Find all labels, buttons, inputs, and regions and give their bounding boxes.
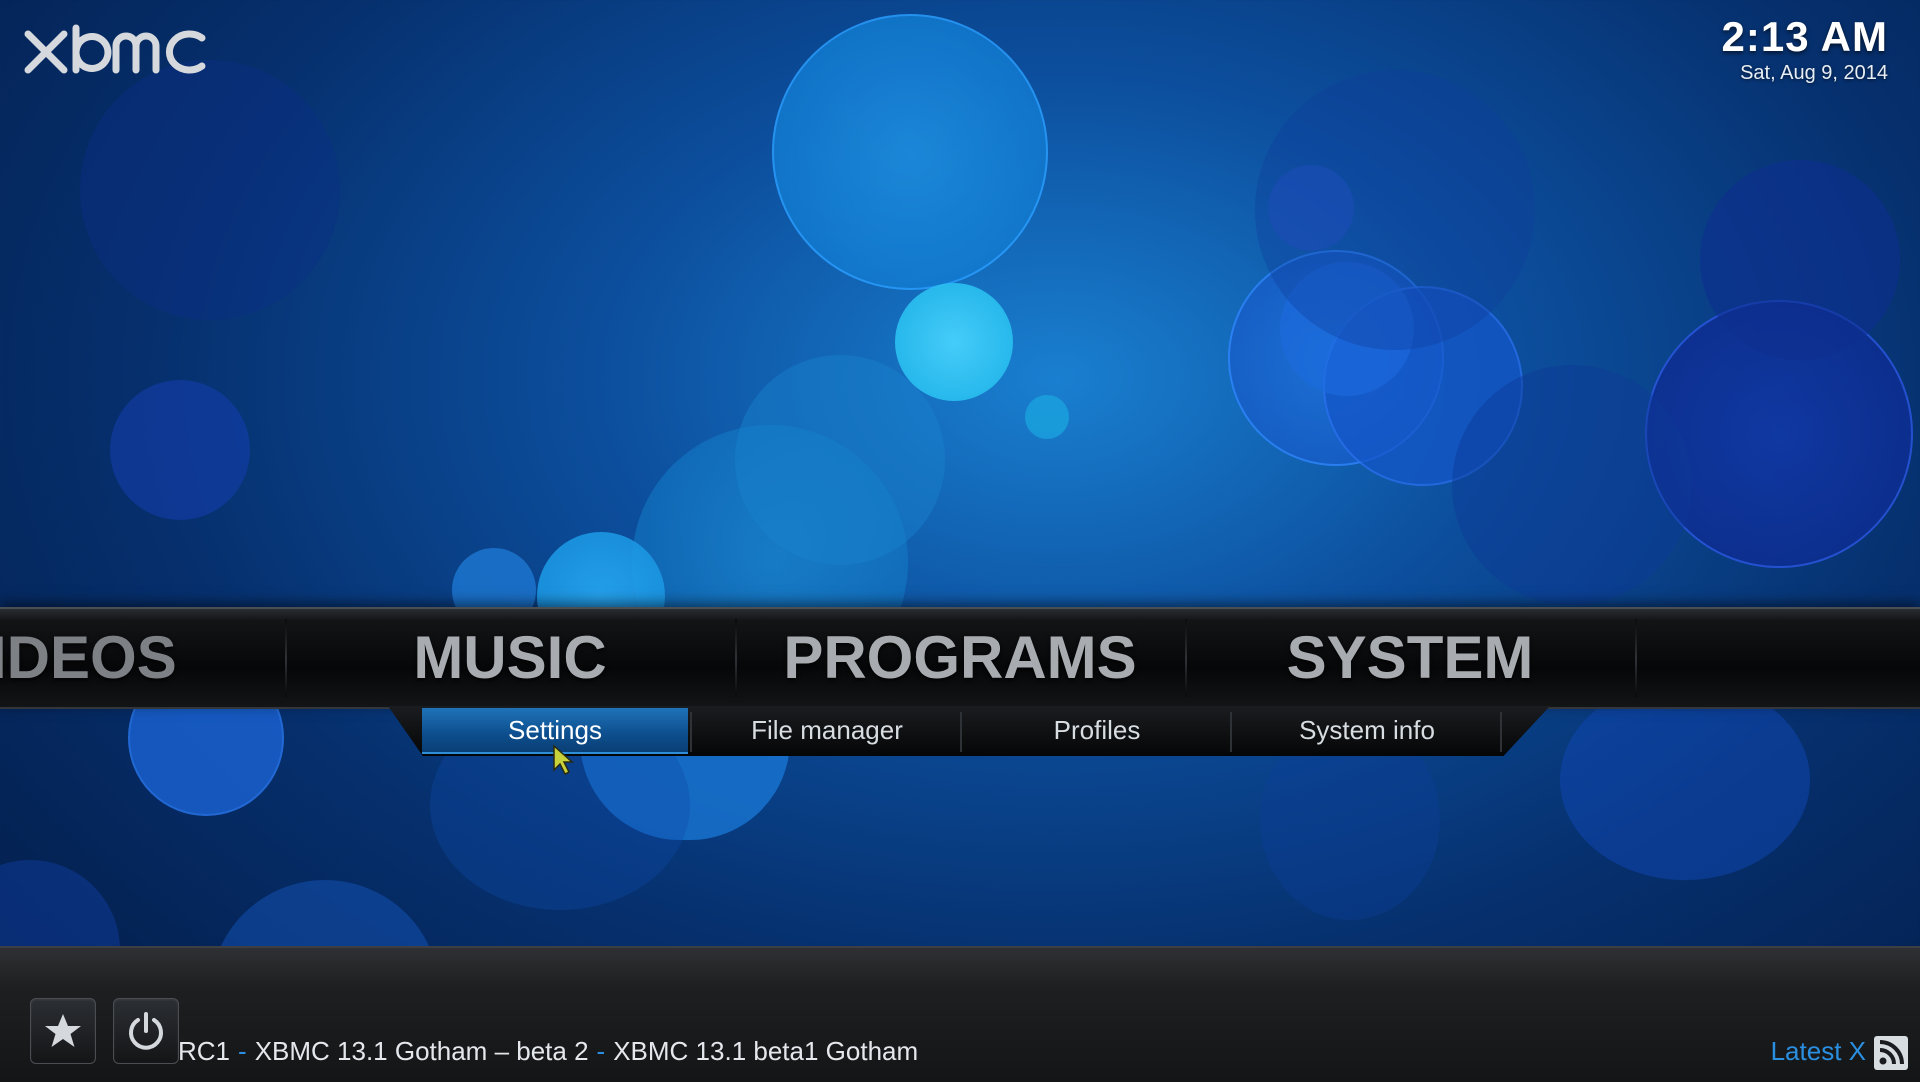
main-menu-item-programs[interactable]: PROGRAMS xyxy=(740,609,1180,707)
clock-date: Sat, Aug 9, 2014 xyxy=(1740,62,1888,84)
sub-menu-separator xyxy=(690,712,692,752)
ticker-separator: - xyxy=(238,1036,247,1066)
rss-icon[interactable] xyxy=(1874,1036,1908,1070)
xbmc-logo xyxy=(24,24,206,74)
background-wallpaper xyxy=(0,0,1920,1080)
menu-separator xyxy=(1185,619,1187,697)
sub-menu-item-system-info[interactable]: System info xyxy=(1234,708,1500,752)
power-button[interactable] xyxy=(113,998,179,1064)
main-menu-item-music[interactable]: MUSIC xyxy=(290,609,730,707)
main-menu-item-system[interactable]: SYSTEM xyxy=(1190,609,1630,707)
favourites-button[interactable] xyxy=(30,998,96,1064)
ticker-item: RC1 xyxy=(178,1036,231,1066)
sub-menu-separator xyxy=(960,712,962,752)
clock: 2:13 AM Sat, Aug 9, 2014 xyxy=(1722,12,1889,84)
rss-feed-label[interactable]: Latest X xyxy=(1771,1036,1866,1067)
ticker-separator: - xyxy=(596,1036,606,1066)
sub-menu-item-file-manager[interactable]: File manager xyxy=(694,708,960,752)
star-icon xyxy=(45,1014,81,1047)
menu-separator xyxy=(285,619,287,697)
main-menu-item-videos[interactable]: IDEOS xyxy=(0,609,177,707)
ticker-item: XBMC 13.1 Gotham – beta 2 xyxy=(254,1036,589,1066)
sub-menu-separator xyxy=(1500,712,1502,752)
rss-ticker[interactable]: RC1- XBMC 13.1 Gotham – beta 2- XBMC 13.1 … xyxy=(178,1036,918,1067)
clock-time: 2:13 AM xyxy=(1721,13,1888,60)
menu-separator xyxy=(1635,619,1637,697)
power-icon xyxy=(129,1012,163,1050)
main-menu: IDEOS MUSIC PROGRAMS SYSTEM xyxy=(0,607,1920,709)
mouse-cursor-icon xyxy=(553,744,574,776)
sub-menu-separator xyxy=(1230,712,1232,752)
menu-separator xyxy=(735,619,737,697)
ticker-item: XBMC 13.1 beta1 Gotham xyxy=(613,1036,919,1066)
sub-menu-item-profiles[interactable]: Profiles xyxy=(964,708,1230,752)
